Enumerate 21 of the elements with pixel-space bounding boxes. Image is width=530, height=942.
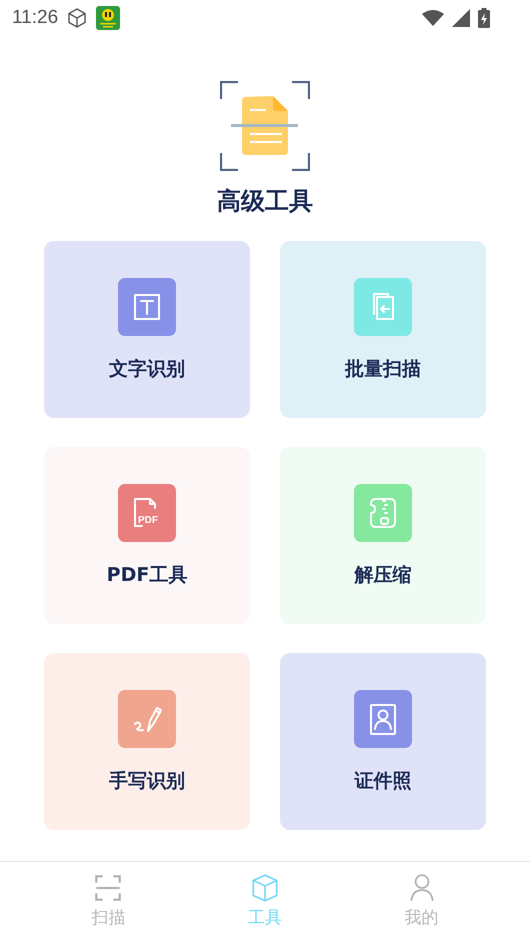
status-time: 11:26 xyxy=(12,7,58,29)
tool-label: 解压缩 xyxy=(354,563,412,588)
document-scan-icon xyxy=(220,81,310,171)
pdf-file-icon: PDF xyxy=(118,484,176,542)
signal-icon xyxy=(452,9,470,27)
tool-card[interactable]: 批量扫描 xyxy=(280,241,486,418)
tool-label: 批量扫描 xyxy=(345,357,421,382)
cube-icon xyxy=(66,7,88,29)
tool-card[interactable]: 文字识别 xyxy=(44,241,250,418)
tool-card[interactable]: PDF PDF工具 xyxy=(44,447,250,624)
tool-label: 手写识别 xyxy=(109,769,185,794)
wifi-icon xyxy=(422,10,444,26)
tool-label: 证件照 xyxy=(354,769,412,794)
tool-label: 文字识别 xyxy=(109,357,185,382)
battery-icon xyxy=(478,8,490,28)
tool-card[interactable]: 证件照 xyxy=(280,653,486,830)
app-notification-icon xyxy=(96,6,120,30)
page-title: 高级工具 xyxy=(217,186,313,217)
tool-card[interactable]: 手写识别 xyxy=(44,653,250,830)
tool-label: PDF工具 xyxy=(106,563,188,588)
tool-card[interactable]: 解压缩 xyxy=(280,447,486,624)
